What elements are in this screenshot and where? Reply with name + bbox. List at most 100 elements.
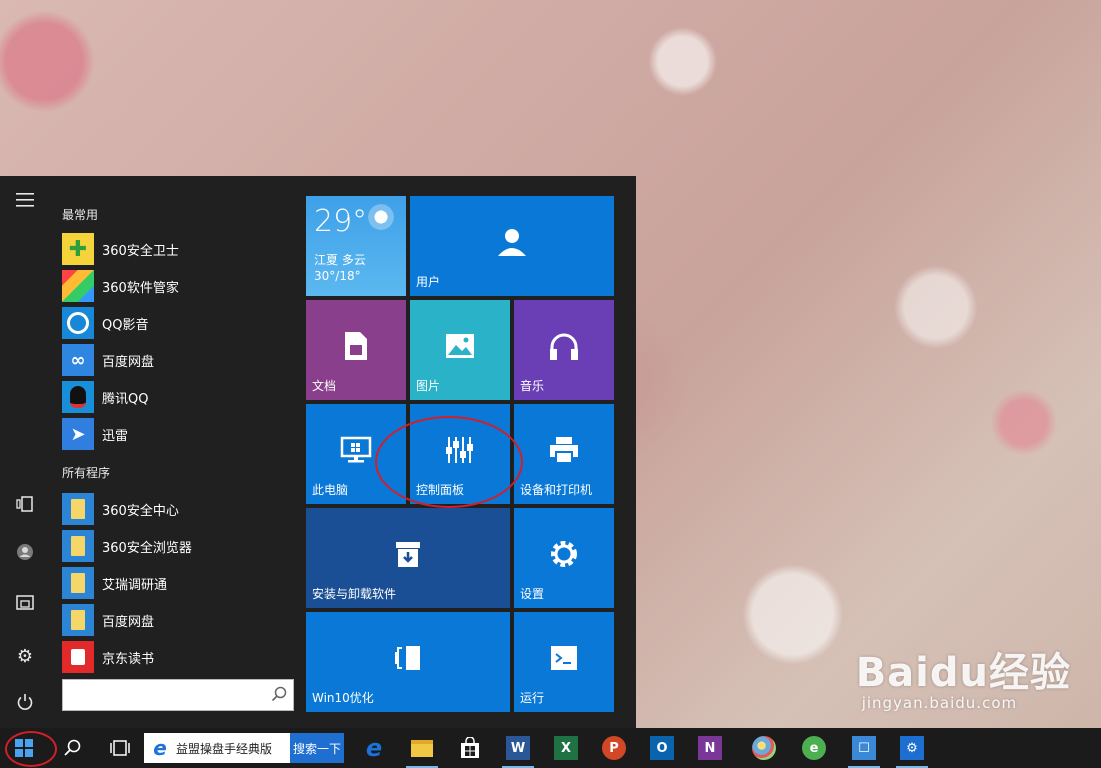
- app-item-baidu-netdisk-folder[interactable]: 百度网盘: [62, 603, 292, 637]
- taskbar-search-button[interactable]: [48, 728, 96, 768]
- printer-icon: [550, 437, 578, 464]
- app-list: 最常用 ✚ 360安全卫士 360软件管家 QQ影音 ∞ 百度网盘 腾讯QQ ➤…: [50, 176, 300, 728]
- app-label: 百度网盘: [102, 354, 155, 370]
- run-icon: [551, 646, 577, 670]
- qq-player-icon: [62, 307, 94, 339]
- settings-icon: ⚙: [900, 736, 924, 760]
- gear-icon: ⚙: [16, 645, 34, 667]
- tile-label: 运行: [520, 691, 545, 705]
- app-item-thunder[interactable]: ➤ 迅雷: [62, 417, 292, 451]
- section-frequent: 最常用: [62, 208, 99, 222]
- app-label: 百度网盘: [102, 614, 155, 630]
- tile-settings[interactable]: 设置: [514, 508, 614, 608]
- taskbar-onenote[interactable]: N: [686, 728, 734, 768]
- 360-safe-icon: ✚: [62, 233, 94, 265]
- hamburger-menu-button[interactable]: [0, 180, 50, 220]
- word-icon: W: [506, 736, 530, 760]
- tile-label: Win10优化: [312, 691, 374, 705]
- sun-icon: [366, 202, 396, 232]
- weather-temp: 29°: [314, 204, 368, 239]
- archive-box-icon: [396, 542, 420, 567]
- taskbar-word[interactable]: W: [494, 728, 542, 768]
- tile-run[interactable]: 运行: [514, 612, 614, 712]
- tile-label: 用户: [416, 275, 441, 289]
- app-label: 360安全中心: [102, 503, 179, 519]
- power-button[interactable]: [0, 682, 50, 722]
- user-icon: [498, 229, 526, 256]
- file-explorer-icon: [410, 736, 434, 760]
- ie-search-button[interactable]: 搜索一下: [290, 733, 344, 763]
- picture-icon: [446, 334, 474, 358]
- watermark-logo: Baidu经验: [855, 650, 1071, 696]
- tile-pictures[interactable]: 图片: [410, 300, 510, 400]
- tile-user[interactable]: 用户: [410, 196, 614, 296]
- excel-icon: X: [554, 736, 578, 760]
- taskbar-contacts[interactable]: ☐: [840, 728, 888, 768]
- weather-location: 江夏 多云: [314, 253, 366, 267]
- tile-label: 文档: [312, 379, 337, 393]
- file-explorer-rail-icon: [16, 595, 34, 610]
- taskbar-paint[interactable]: [740, 728, 788, 768]
- app-item-jd-read[interactable]: 京东读书: [62, 640, 292, 674]
- app-item-360-safe[interactable]: ✚ 360安全卫士: [62, 232, 292, 266]
- tile-install-uninstall[interactable]: 安装与卸载软件: [306, 508, 510, 608]
- power-icon: [17, 694, 33, 710]
- tile-devices-printers[interactable]: 设备和打印机: [514, 404, 614, 504]
- taskbar-powerpoint[interactable]: P: [590, 728, 638, 768]
- optimize-panel-icon: [395, 646, 420, 670]
- ie-search-text[interactable]: 益盟操盘手经典版: [176, 740, 284, 757]
- app-label: 迅雷: [102, 428, 129, 444]
- task-view-button[interactable]: [96, 728, 144, 768]
- app-label: 360安全卫士: [102, 243, 179, 259]
- app-item-baidu-netdisk[interactable]: ∞ 百度网盘: [62, 343, 292, 377]
- folder-icon: [62, 493, 94, 525]
- app-item-360-browser-folder[interactable]: 360安全浏览器: [62, 529, 292, 563]
- app-item-360-software[interactable]: 360软件管家: [62, 269, 292, 303]
- taskbar-outlook[interactable]: O: [638, 728, 686, 768]
- tile-weather[interactable]: 29° 江夏 多云 30°/18°: [306, 196, 406, 296]
- baidu-netdisk-icon: ∞: [62, 344, 94, 376]
- monitor-icon: [340, 436, 372, 463]
- powerpoint-icon: P: [602, 736, 626, 760]
- tile-documents[interactable]: 文档: [306, 300, 406, 400]
- document-icon: [345, 332, 367, 360]
- ie-search-widget[interactable]: e 益盟操盘手经典版 搜索一下: [144, 733, 344, 763]
- tablet-mode-button[interactable]: [0, 484, 50, 524]
- contacts-icon: ☐: [852, 736, 876, 760]
- taskbar-edge[interactable]: e: [350, 728, 398, 768]
- app-item-tencent-qq[interactable]: 腾讯QQ: [62, 380, 292, 414]
- taskbar-360-browser[interactable]: e: [790, 728, 838, 768]
- jd-read-icon: [62, 641, 94, 673]
- user-avatar-icon: [17, 544, 33, 560]
- paint-icon: [752, 736, 776, 760]
- folder-icon: [62, 604, 94, 636]
- search-icon: [64, 739, 81, 756]
- settings-rail-button[interactable]: ⚙: [0, 636, 50, 676]
- search-icon: [271, 686, 287, 702]
- app-label: 360安全浏览器: [102, 540, 192, 556]
- tile-music[interactable]: 音乐: [514, 300, 614, 400]
- hamburger-icon: [16, 193, 34, 207]
- user-account-button[interactable]: [0, 532, 50, 572]
- taskbar-settings[interactable]: ⚙: [888, 728, 936, 768]
- app-item-iresearch-folder[interactable]: 艾瑞调研通: [62, 566, 292, 600]
- start-search-input[interactable]: [63, 680, 263, 710]
- store-icon: [461, 737, 479, 758]
- tablet-icon: [16, 496, 33, 512]
- app-item-qq-player[interactable]: QQ影音: [62, 306, 292, 340]
- qq-penguin-icon: [62, 381, 94, 413]
- app-item-360-center-folder[interactable]: 360安全中心: [62, 492, 292, 526]
- outlook-icon: O: [650, 736, 674, 760]
- tile-win10-optimize[interactable]: Win10优化: [306, 612, 510, 712]
- taskbar-excel[interactable]: X: [542, 728, 590, 768]
- file-explorer-rail-button[interactable]: [0, 582, 50, 622]
- start-search-box[interactable]: [62, 679, 294, 711]
- start-menu: ⚙ 最常用 ✚ 360安全卫士 360软件管家 QQ影音 ∞ 百度网盘 腾讯QQ…: [0, 176, 636, 728]
- folder-icon: [62, 530, 94, 562]
- taskbar-store[interactable]: [446, 728, 494, 768]
- tile-label: 安装与卸载软件: [312, 587, 397, 601]
- weather-range: 30°/18°: [314, 269, 361, 283]
- thunder-icon: ➤: [62, 418, 94, 450]
- taskbar-file-explorer[interactable]: [398, 728, 446, 768]
- folder-icon: [62, 567, 94, 599]
